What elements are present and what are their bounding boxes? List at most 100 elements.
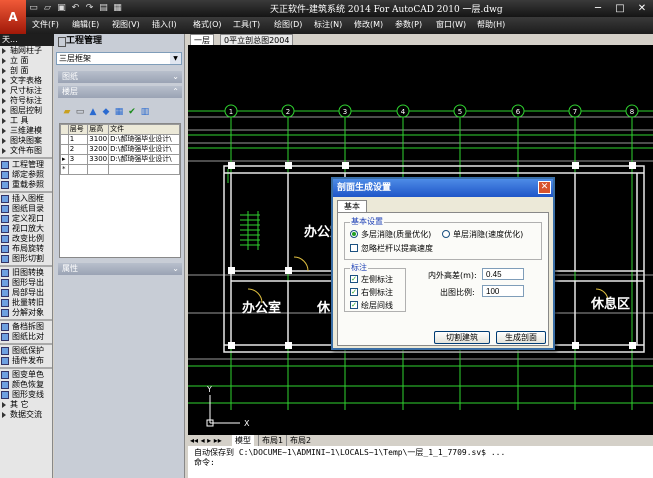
- section-floors[interactable]: 楼层 ⌃: [58, 86, 182, 98]
- sidebar-item[interactable]: 批量转旧: [0, 298, 52, 308]
- menu-modify[interactable]: 修改(M): [354, 19, 383, 30]
- sidebar-item[interactable]: 插件发布: [0, 356, 52, 366]
- menu-dimension[interactable]: 标注(N): [314, 19, 342, 30]
- close-icon[interactable]: ✕: [538, 181, 551, 194]
- sidebar-item[interactable]: 旧图转换: [0, 268, 52, 278]
- scale-input[interactable]: [482, 285, 524, 297]
- grid-lines-label[interactable]: 绘层间线: [361, 300, 393, 311]
- close-button[interactable]: ✕: [631, 0, 653, 17]
- sidebar-item[interactable]: 轴网柱子: [0, 46, 52, 56]
- menu-tools[interactable]: 工具(T): [233, 19, 260, 30]
- sidebar-item[interactable]: 图形导出: [0, 278, 52, 288]
- chevron-down-icon[interactable]: ▼: [170, 53, 181, 64]
- open-folder-icon[interactable]: ▰: [62, 107, 72, 117]
- chevron-down-icon[interactable]: ⌄: [172, 71, 179, 83]
- menu-file[interactable]: 文件(F): [32, 19, 59, 30]
- table-row[interactable]: 1 3100 D:\郝琦强毕业设计\: [60, 134, 180, 145]
- checkbox-right-annotation[interactable]: ✓: [350, 288, 358, 296]
- sidebar-item[interactable]: 插入图框: [0, 194, 52, 204]
- sidebar-item[interactable]: 重载参照: [0, 180, 52, 190]
- print-icon[interactable]: ▤: [98, 2, 109, 14]
- command-prompt[interactable]: 命令:: [194, 458, 647, 468]
- radio-multi-layer[interactable]: [350, 230, 358, 238]
- radio-single-label[interactable]: 单层消隐(速度优化): [453, 229, 523, 240]
- menu-parameters[interactable]: 参数(P): [395, 19, 422, 30]
- redo-icon[interactable]: ↷: [84, 2, 95, 14]
- nav-arrows[interactable]: ◂◂ ◂ ▸ ▸▸: [190, 435, 222, 446]
- menu-edit[interactable]: 编辑(E): [72, 19, 99, 30]
- sidebar-item[interactable]: 图纸保护: [0, 346, 52, 356]
- menu-insert[interactable]: 插入(I): [152, 19, 177, 30]
- radio-multi-label[interactable]: 多层消隐(质量优化): [361, 229, 431, 240]
- sidebar-item[interactable]: 文件布图: [0, 146, 52, 156]
- project-select[interactable]: 三层框架 ▼: [56, 52, 182, 65]
- sidebar-item[interactable]: 图变单色: [0, 370, 52, 380]
- save-icon[interactable]: ▣: [56, 2, 67, 14]
- section-drawings[interactable]: 图纸 ⌄: [58, 71, 182, 83]
- left-annotation-label[interactable]: 左侧标注: [361, 274, 393, 285]
- save-as-icon[interactable]: ▦: [112, 2, 123, 14]
- sidebar-item[interactable]: 视口放大: [0, 224, 52, 234]
- sidebar-item[interactable]: 符号标注: [0, 96, 52, 106]
- sidebar-item[interactable]: 工 具: [0, 116, 52, 126]
- building-icon[interactable]: ▥: [140, 107, 150, 117]
- chevron-up-icon[interactable]: ⌃: [172, 86, 179, 98]
- sidebar-item[interactable]: 立 面: [0, 56, 52, 66]
- sidebar-item[interactable]: 尺寸标注: [0, 86, 52, 96]
- command-line[interactable]: 自动保存到 C:\DOCUME~1\ADMINI~1\LOCALS~1\Temp…: [188, 446, 653, 478]
- sidebar-item[interactable]: 改变比例: [0, 234, 52, 244]
- sidebar-item[interactable]: 图形切割: [0, 254, 52, 264]
- sidebar-item[interactable]: 局部导出: [0, 288, 52, 298]
- tab-layout1[interactable]: 布局1: [258, 435, 286, 446]
- radio-single-layer[interactable]: [442, 230, 450, 238]
- sidebar-item[interactable]: 图纸比对: [0, 332, 52, 342]
- sidebar-item[interactable]: 其 它: [0, 400, 52, 410]
- sidebar-item[interactable]: 图纸目录: [0, 204, 52, 214]
- layers-icon[interactable]: ▦: [114, 107, 124, 117]
- drawing-icon[interactable]: ▲: [88, 107, 98, 117]
- browse-icon[interactable]: ▭: [75, 107, 85, 117]
- tab-model[interactable]: 模型: [232, 435, 254, 446]
- cut-building-button[interactable]: 切割建筑: [434, 331, 490, 344]
- maximize-button[interactable]: □: [609, 0, 631, 17]
- chevron-down-icon[interactable]: ⌄: [172, 263, 179, 275]
- sidebar-item[interactable]: 图形变线: [0, 390, 52, 400]
- sidebar-item[interactable]: 图层控制: [0, 106, 52, 116]
- check-icon[interactable]: ✔: [127, 107, 137, 117]
- sidebar-item[interactable]: 数据交流: [0, 410, 52, 420]
- menu-view[interactable]: 视图(V): [112, 19, 140, 30]
- tab-layout2[interactable]: 布局2: [286, 435, 314, 446]
- table-row[interactable]: ▸ 3 3300 D:\郝琦强毕业设计\: [60, 154, 180, 165]
- menu-format[interactable]: 格式(O): [193, 19, 222, 30]
- height-diff-input[interactable]: [482, 268, 524, 280]
- open-folder-icon[interactable]: ▱: [42, 2, 53, 14]
- checkbox-left-annotation[interactable]: ✓: [350, 275, 358, 283]
- sidebar-item[interactable]: 图块图案: [0, 136, 52, 146]
- checkbox-grid-lines[interactable]: ✓: [350, 301, 358, 309]
- ignore-railing-label[interactable]: 忽略栏杆以提高速度: [361, 243, 433, 254]
- section-properties[interactable]: 属性 ⌄: [58, 263, 182, 275]
- app-logo[interactable]: A: [0, 0, 26, 34]
- table-row-new[interactable]: *: [60, 164, 180, 175]
- sidebar-item[interactable]: 定义视口: [0, 214, 52, 224]
- menu-window[interactable]: 窗口(W): [436, 19, 466, 30]
- sidebar-item[interactable]: 三维建模: [0, 126, 52, 136]
- checkbox-ignore-railing[interactable]: [350, 244, 358, 252]
- generate-section-button[interactable]: 生成剖面: [496, 331, 546, 344]
- right-annotation-label[interactable]: 右侧标注: [361, 287, 393, 298]
- sidebar-item[interactable]: 工程管理: [0, 160, 52, 170]
- undo-icon[interactable]: ↶: [70, 2, 81, 14]
- menu-draw[interactable]: 绘图(D): [274, 19, 302, 30]
- settings-icon[interactable]: ◆: [101, 107, 111, 117]
- sidebar-item[interactable]: 分解对象: [0, 308, 52, 318]
- sidebar-item[interactable]: 剖 面: [0, 66, 52, 76]
- new-file-icon[interactable]: ▭: [28, 2, 39, 14]
- sidebar-item[interactable]: 文字表格: [0, 76, 52, 86]
- minimize-button[interactable]: ─: [587, 0, 609, 17]
- sidebar-item[interactable]: 绑定参照: [0, 170, 52, 180]
- menu-help[interactable]: 帮助(H): [477, 19, 505, 30]
- table-row[interactable]: 2 3200 D:\郝琦强毕业设计\: [60, 144, 180, 155]
- sidebar-item[interactable]: 布局旋转: [0, 244, 52, 254]
- sidebar-item[interactable]: 颜色恢复: [0, 380, 52, 390]
- sidebar-item[interactable]: 备档拆图: [0, 322, 52, 332]
